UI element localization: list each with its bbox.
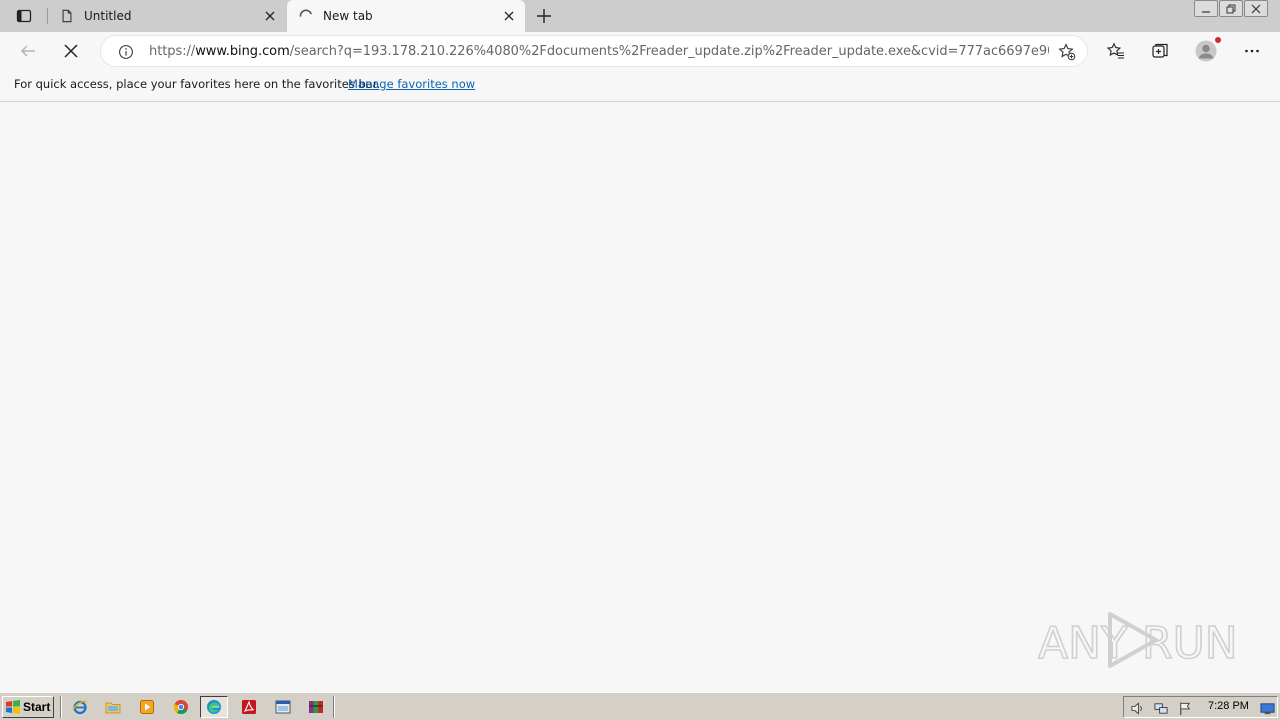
acrobat-reader-icon[interactable] — [235, 696, 263, 718]
edge-icon[interactable] — [200, 696, 228, 718]
taskbar-divider — [60, 696, 62, 718]
avatar-icon — [1195, 40, 1217, 62]
close-tab-icon[interactable] — [499, 6, 519, 26]
star-add-icon — [1058, 43, 1076, 61]
action-center-flag-icon[interactable] — [1177, 700, 1193, 716]
new-tab-button[interactable] — [532, 4, 556, 28]
favorites-icon — [1107, 42, 1124, 59]
url-text[interactable]: https://www.bing.com/search?q=193.178.21… — [149, 44, 1049, 59]
favorites-bar: For quick access, place your favorites h… — [0, 70, 1280, 102]
tab-untitled[interactable]: Untitled — [50, 0, 286, 32]
file-explorer-icon[interactable] — [99, 696, 127, 718]
anyrun-watermark-logo: ANY RUN — [1038, 612, 1238, 670]
info-icon[interactable] — [117, 43, 135, 61]
page-content — [0, 103, 1280, 692]
collections-icon — [1152, 43, 1168, 58]
taskbar: Start 7:28 PM — [0, 692, 1280, 720]
system-tray: 7:28 PM — [1123, 696, 1278, 718]
window-controls — [1193, 0, 1268, 18]
volume-icon[interactable] — [1129, 700, 1145, 716]
page-icon — [59, 8, 75, 24]
taskbar-divider — [333, 696, 335, 718]
restore-icon — [1226, 4, 1236, 13]
windows-flag-icon — [6, 700, 20, 714]
tab-title: Untitled — [84, 9, 132, 23]
tab-actions-icon — [16, 9, 32, 23]
minimize-icon — [1202, 10, 1210, 13]
tab-strip: Untitled New tab — [0, 0, 1280, 32]
media-player-icon[interactable] — [133, 696, 161, 718]
notification-dot — [1215, 37, 1221, 43]
clock: 7:28 PM — [1208, 700, 1249, 712]
url-path: /search?q=193.178.210.226%4080%2Fdocumen… — [289, 44, 1049, 59]
url-scheme: https:// — [149, 44, 196, 59]
address-bar[interactable]: https://www.bing.com/search?q=193.178.21… — [100, 35, 1088, 67]
restore-button[interactable] — [1219, 0, 1243, 17]
tab-actions-button[interactable] — [8, 6, 40, 26]
favorites-button[interactable] — [1101, 36, 1131, 66]
watermark-text-run: RUN — [1142, 618, 1238, 669]
close-window-button[interactable] — [1244, 0, 1268, 17]
close-icon — [64, 44, 78, 58]
show-desktop-icon[interactable] — [1259, 700, 1275, 716]
manage-favorites-link[interactable]: Manage favorites now — [348, 77, 475, 91]
start-button[interactable]: Start — [2, 696, 54, 718]
app-window-icon[interactable] — [269, 696, 297, 718]
minimize-button[interactable] — [1194, 0, 1218, 17]
plus-icon — [537, 9, 551, 23]
tab-new-tab[interactable]: New tab — [287, 0, 525, 32]
close-icon — [1251, 4, 1261, 13]
close-tab-icon[interactable] — [260, 6, 280, 26]
back-arrow-icon — [20, 45, 35, 57]
back-button[interactable] — [13, 36, 43, 66]
tab-separator — [47, 8, 48, 24]
settings-menu-button[interactable] — [1237, 36, 1267, 66]
collections-button[interactable] — [1145, 36, 1175, 66]
profile-button[interactable] — [1191, 36, 1221, 66]
chrome-icon[interactable] — [167, 696, 195, 718]
stop-loading-button[interactable] — [56, 36, 86, 66]
more-dots-icon — [1245, 49, 1259, 53]
internet-explorer-icon[interactable] — [66, 696, 94, 718]
add-favorite-button[interactable] — [1057, 42, 1077, 62]
winrar-icon[interactable] — [302, 696, 330, 718]
loading-spinner-icon — [298, 8, 314, 24]
tab-title: New tab — [323, 9, 373, 23]
start-label: Start — [23, 700, 51, 714]
network-icon[interactable] — [1153, 700, 1169, 716]
browser-toolbar: https://www.bing.com/search?q=193.178.21… — [0, 32, 1280, 70]
url-host: www.bing.com — [195, 44, 290, 59]
favorites-bar-message: For quick access, place your favorites h… — [14, 77, 381, 91]
